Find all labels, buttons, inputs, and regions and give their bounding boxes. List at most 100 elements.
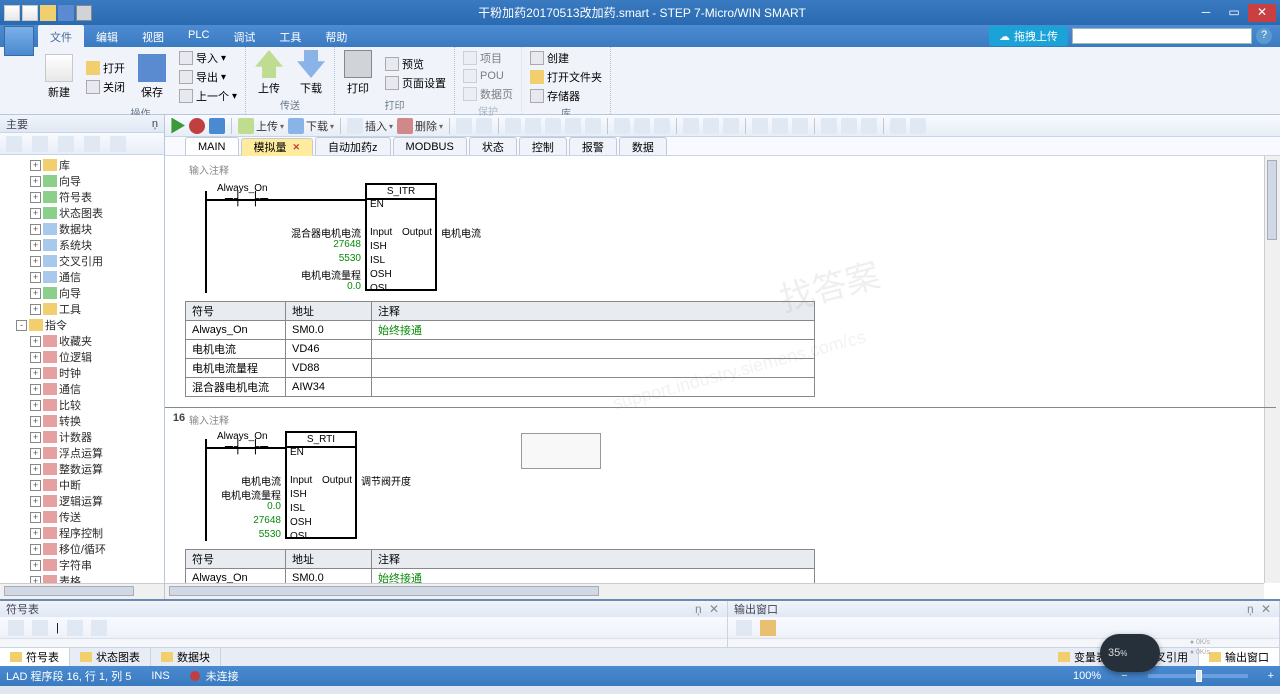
out-tool-1[interactable]	[736, 620, 752, 636]
tree-node[interactable]: +库	[2, 157, 162, 173]
tab-MODBUS[interactable]: MODBUS	[393, 137, 467, 155]
table-row[interactable]: 电机电流量程VD88	[186, 359, 815, 378]
tree-node[interactable]: +符号表	[2, 189, 162, 205]
table-row[interactable]: 混合器电机电流AIW34	[186, 378, 815, 397]
editor-h-scroll[interactable]	[165, 583, 1264, 599]
tab-控制[interactable]: 控制	[519, 137, 567, 155]
sym-tool-1[interactable]	[8, 620, 24, 636]
sym-tool-3[interactable]	[67, 620, 83, 636]
zoom-slider[interactable]	[1148, 674, 1248, 678]
bottom-tab-状态图表[interactable]: 状态图表	[70, 648, 151, 666]
ribbon-create[interactable]: 创建	[528, 49, 604, 67]
tree-node[interactable]: +计数器	[2, 429, 162, 445]
zoom-in-button[interactable]: +	[1268, 670, 1274, 682]
ribbon-open[interactable]: 打开	[84, 59, 127, 77]
ribbon-pagesetup[interactable]: 页面设置	[383, 74, 448, 92]
toolbar-delete[interactable]: 删除	[397, 118, 443, 134]
n2-fbox[interactable]: S_RTI EN Input ISH ISL OSH OSL Output	[285, 431, 357, 539]
toolbar-misc-16[interactable]	[792, 118, 808, 134]
tree-node[interactable]: +数据块	[2, 221, 162, 237]
tree-node-instructions[interactable]: -指令	[2, 317, 162, 333]
toolbar-misc-18[interactable]	[841, 118, 857, 134]
toolbar-misc-15[interactable]	[772, 118, 788, 134]
network-1[interactable]: Always_On ─┤ ├─ S_ITR EN Input ISH ISL O…	[165, 179, 1276, 301]
ribbon-new[interactable]: 新建	[42, 54, 76, 100]
sidebar-tool-5[interactable]	[110, 136, 126, 152]
ribbon-prev[interactable]: 上一个 ▾	[177, 87, 239, 105]
toolbar-misc-10[interactable]	[654, 118, 670, 134]
tree-node[interactable]: +逻辑运算	[2, 493, 162, 509]
menu-edit[interactable]: 编辑	[84, 25, 130, 47]
tree-node[interactable]: +移位/循环	[2, 541, 162, 557]
ribbon-export[interactable]: 导出 ▾	[177, 68, 239, 86]
tree-node[interactable]: +中断	[2, 477, 162, 493]
bottom-tab-输出窗口[interactable]: 输出窗口	[1199, 648, 1280, 666]
tree-node[interactable]: +传送	[2, 509, 162, 525]
toolbar-misc-6[interactable]	[565, 118, 581, 134]
tree-node[interactable]: +通信	[2, 381, 162, 397]
project-tree[interactable]: +库+向导+符号表+状态图表+数据块+系统块+交叉引用+通信+向导+工具-指令+…	[0, 155, 164, 583]
tree-node[interactable]: +字符串	[2, 557, 162, 573]
toolbar-stop-icon[interactable]	[189, 118, 205, 134]
bottom-tab-符号表[interactable]: 符号表	[0, 648, 70, 666]
toolbar-insert[interactable]: 插入	[347, 118, 393, 134]
toolbar-misc-7[interactable]	[585, 118, 601, 134]
toolbar-misc-5[interactable]	[545, 118, 561, 134]
tree-node[interactable]: +程序控制	[2, 525, 162, 541]
sidebar-tool-3[interactable]	[58, 136, 74, 152]
tree-node[interactable]: +转换	[2, 413, 162, 429]
toolbar-download[interactable]: 下载	[288, 118, 334, 134]
menu-file[interactable]: 文件	[38, 25, 84, 47]
sidebar-tool-4[interactable]	[84, 136, 100, 152]
qat-new-icon[interactable]	[22, 5, 38, 21]
ribbon-print[interactable]: 打印	[341, 50, 375, 96]
sym-tool-4[interactable]	[91, 620, 107, 636]
ribbon-import[interactable]: 导入 ▾	[177, 49, 239, 67]
n2-contact[interactable]: ─┤ ├─	[225, 440, 269, 455]
toolbar-misc-8[interactable]	[614, 118, 630, 134]
toolbar-misc-19[interactable]	[861, 118, 877, 134]
sym-panel-pin-icon[interactable]: ņ ✕	[695, 602, 721, 616]
ribbon-preview[interactable]: 预览	[383, 55, 448, 73]
ribbon-download[interactable]: 下载	[294, 50, 328, 96]
qat-print-icon[interactable]	[76, 5, 92, 21]
menu-view[interactable]: 视图	[130, 25, 176, 47]
app-menu-button[interactable]	[4, 26, 34, 56]
network-2[interactable]: 16 输入注释 Always_On ─┤ ├─ S_RTI EN Input I…	[165, 407, 1276, 549]
tree-node[interactable]: +浮点运算	[2, 445, 162, 461]
out-panel-pin-icon[interactable]: ņ ✕	[1247, 602, 1273, 616]
toolbar-misc-13[interactable]	[723, 118, 739, 134]
toolbar-misc-12[interactable]	[703, 118, 719, 134]
tree-node[interactable]: +向导	[2, 285, 162, 301]
tab-数据[interactable]: 数据	[619, 137, 667, 155]
tree-node[interactable]: +工具	[2, 301, 162, 317]
toolbar-misc-2[interactable]	[476, 118, 492, 134]
toolbar-compile-icon[interactable]	[209, 118, 225, 134]
ribbon-save[interactable]: 保存	[135, 54, 169, 100]
toolbar-run-icon[interactable]	[169, 118, 185, 134]
toolbar-misc-21[interactable]	[910, 118, 926, 134]
ribbon-openfolder[interactable]: 打开文件夹	[528, 68, 604, 86]
maximize-button[interactable]: ▭	[1220, 4, 1248, 22]
tree-node[interactable]: +整数运算	[2, 461, 162, 477]
n1-fbox[interactable]: S_ITR EN Input ISH ISL OSH OSL Output	[365, 183, 437, 291]
tab-close-icon[interactable]: ✕	[293, 142, 301, 153]
tab-MAIN[interactable]: MAIN	[185, 137, 239, 155]
tree-node[interactable]: +时钟	[2, 365, 162, 381]
close-button[interactable]: ✕	[1248, 4, 1276, 22]
network-1-symbol-table[interactable]: 符号地址注释 Always_OnSM0.0始终接通电机电流VD46电机电流量程V…	[185, 301, 815, 397]
toolbar-upload[interactable]: 上传	[238, 118, 284, 134]
floating-badge[interactable]: 35% ● 0K/s● 0K/s	[1100, 634, 1160, 672]
toolbar-misc-4[interactable]	[525, 118, 541, 134]
bottom-tab-数据块[interactable]: 数据块	[151, 648, 221, 666]
toolbar-misc-14[interactable]	[752, 118, 768, 134]
ribbon-search-input[interactable]	[1072, 28, 1252, 44]
qat-open-icon[interactable]	[40, 5, 56, 21]
toolbar-misc-11[interactable]	[683, 118, 699, 134]
tree-node[interactable]: +向导	[2, 173, 162, 189]
ribbon-help-icon[interactable]: ?	[1256, 28, 1272, 44]
n1-contact[interactable]: ─┤ ├─	[225, 192, 269, 207]
sidebar-h-scroll[interactable]	[0, 583, 164, 599]
tree-node[interactable]: +比较	[2, 397, 162, 413]
tree-node[interactable]: +收藏夹	[2, 333, 162, 349]
